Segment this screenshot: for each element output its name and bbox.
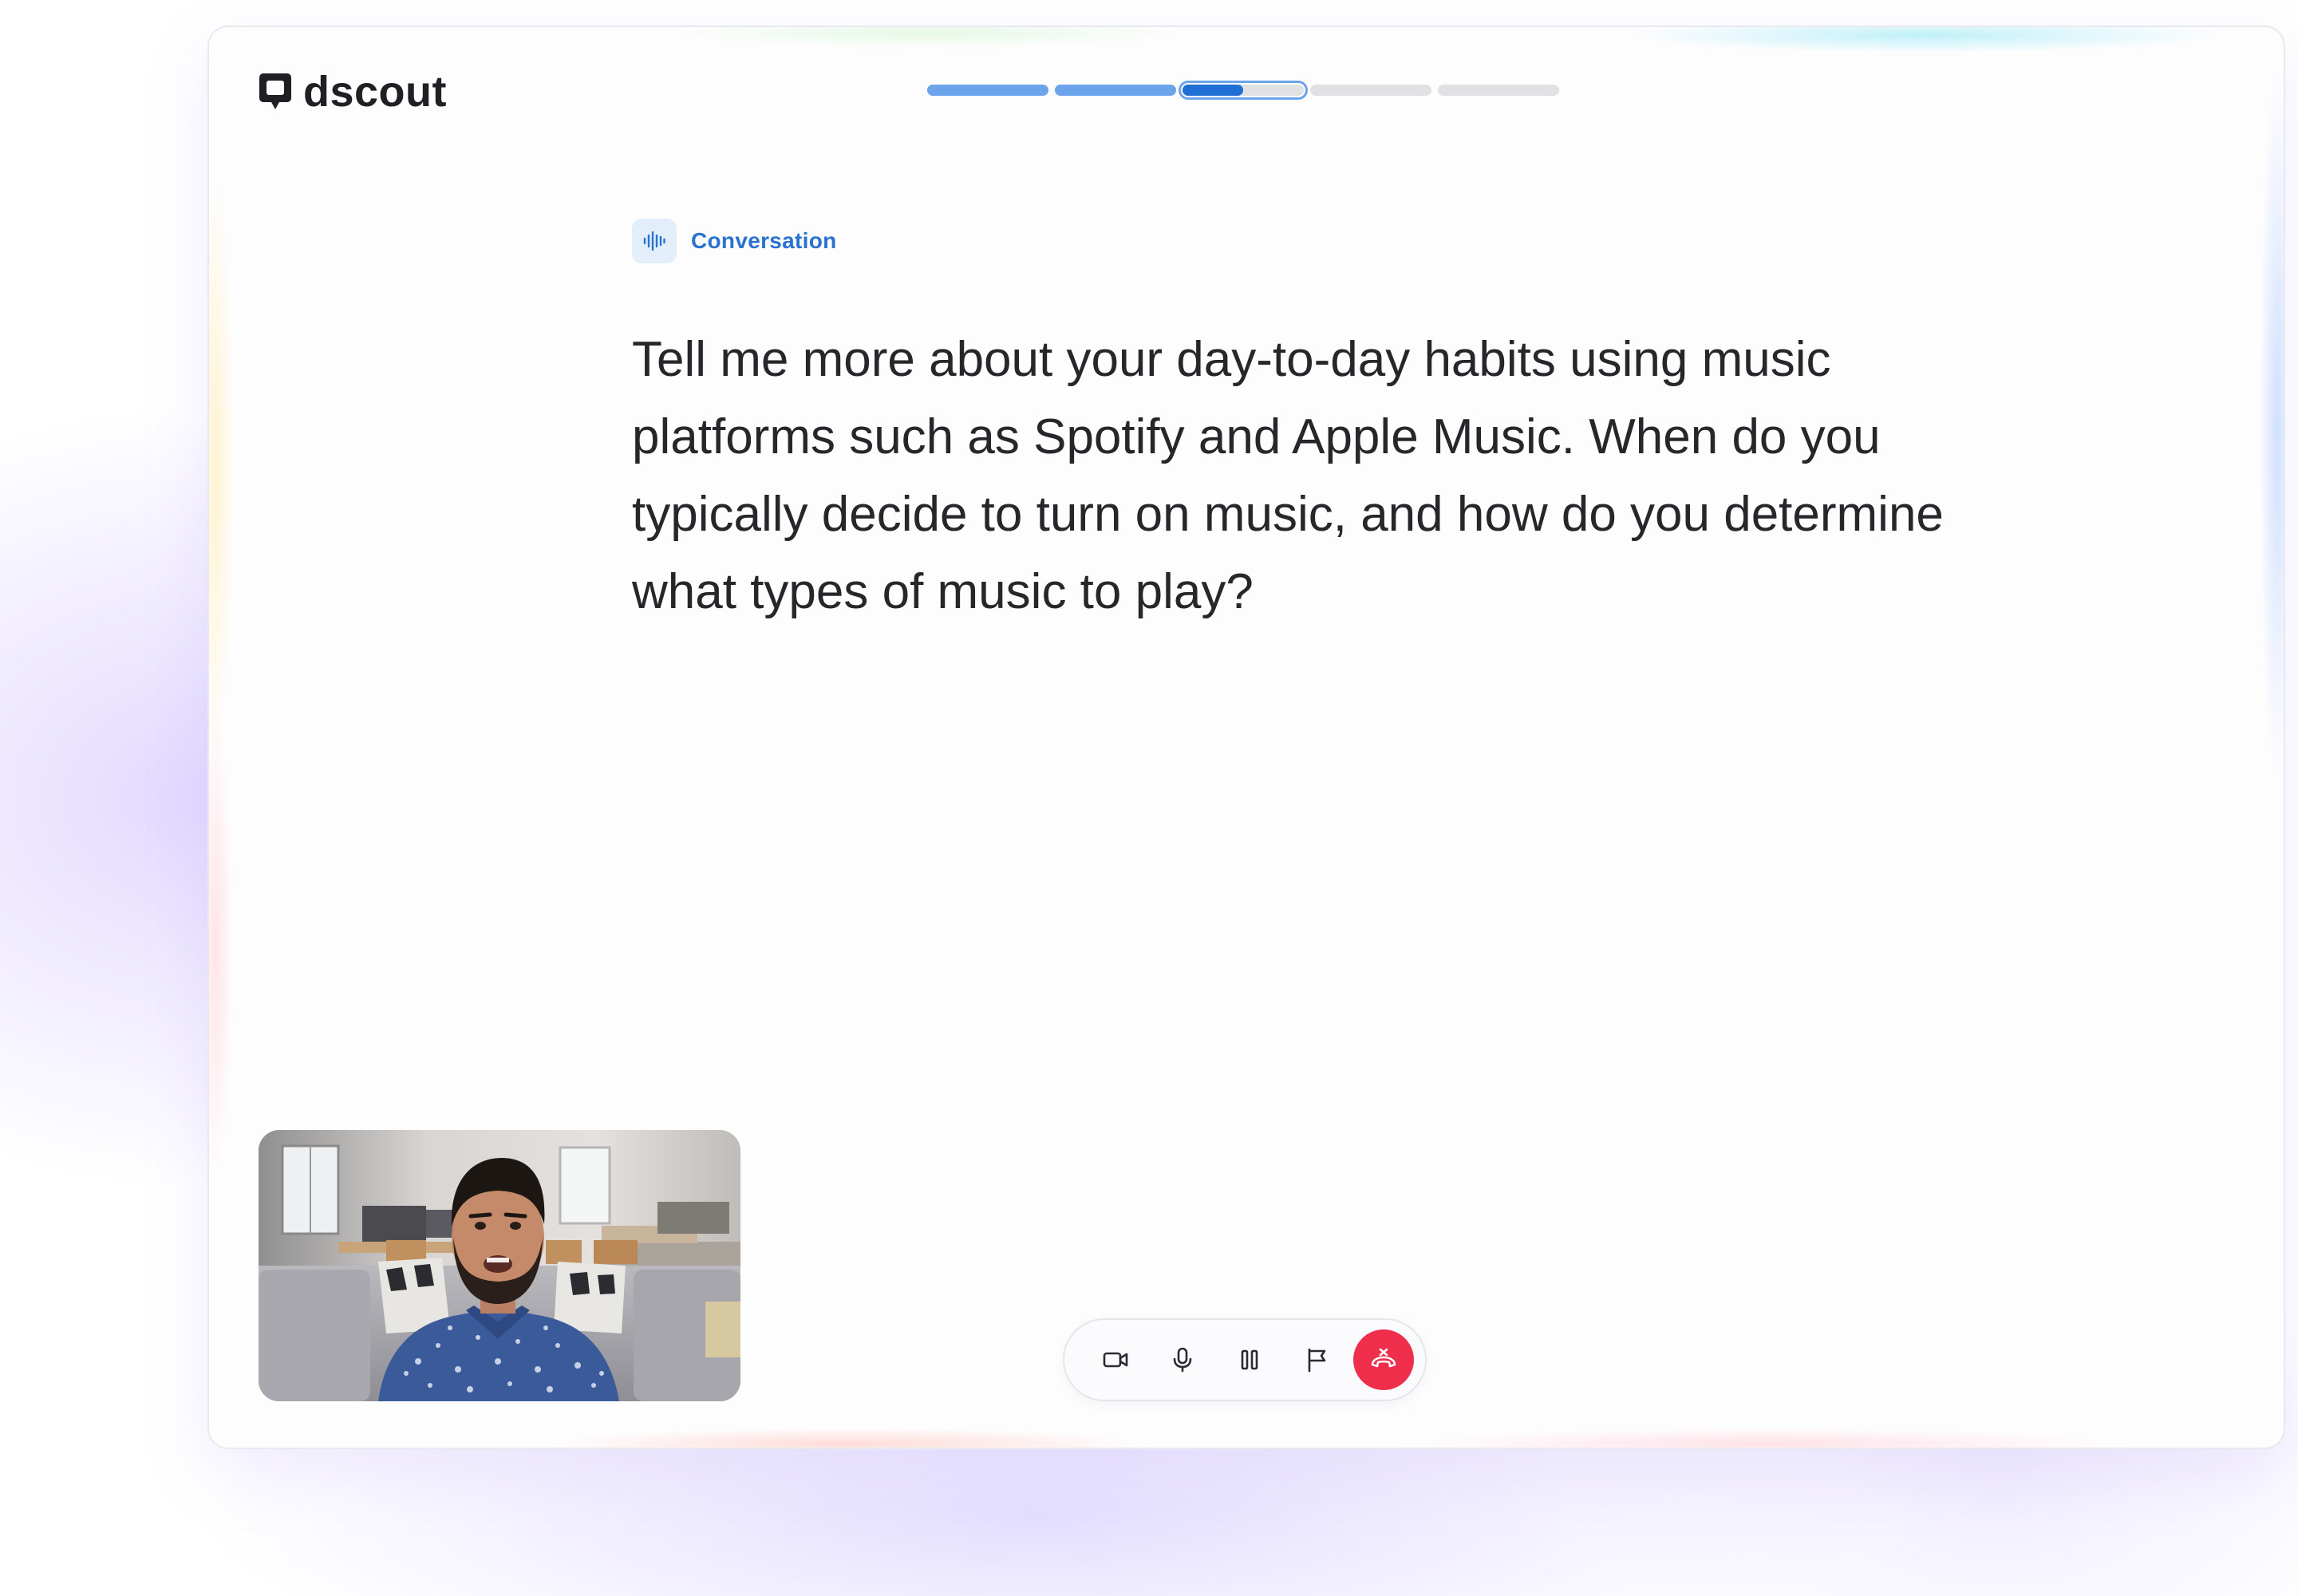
progress-step-3	[1179, 81, 1308, 100]
pause-button[interactable]	[1219, 1329, 1280, 1390]
progress-step-1	[927, 85, 1048, 96]
end-call-button[interactable]	[1353, 1329, 1414, 1390]
progress-step-3-fill	[1183, 85, 1243, 96]
step-progress-bar	[927, 81, 1559, 100]
prompt-type-label: Conversation	[691, 228, 837, 253]
pause-icon	[1241, 1349, 1258, 1370]
participant-video-image	[259, 1130, 740, 1401]
prompt-type-tag: Conversation	[632, 219, 837, 263]
app-window: dscout Conversation Tell me more about y…	[207, 26, 2285, 1449]
audio-waveform-icon	[632, 219, 677, 263]
video-camera-icon	[1103, 1352, 1128, 1368]
microphone-icon	[1173, 1347, 1192, 1373]
brand-name: dscout	[303, 68, 448, 116]
hang-up-phone-icon	[1371, 1348, 1396, 1368]
flag-button[interactable]	[1286, 1329, 1347, 1390]
progress-step-5	[1438, 85, 1559, 96]
progress-step-4	[1310, 85, 1431, 96]
flag-icon	[1308, 1348, 1326, 1373]
dscout-logo: dscout	[259, 70, 447, 113]
progress-step-2	[1055, 85, 1176, 96]
prompt-question: Tell me more about your day-to-day habit…	[632, 332, 1944, 619]
microphone-toggle-button[interactable]	[1152, 1329, 1213, 1390]
participant-video-feed[interactable]	[259, 1130, 740, 1401]
camera-toggle-button[interactable]	[1085, 1329, 1146, 1390]
call-controls	[1063, 1318, 1427, 1401]
dscout-logo-icon	[259, 73, 291, 109]
